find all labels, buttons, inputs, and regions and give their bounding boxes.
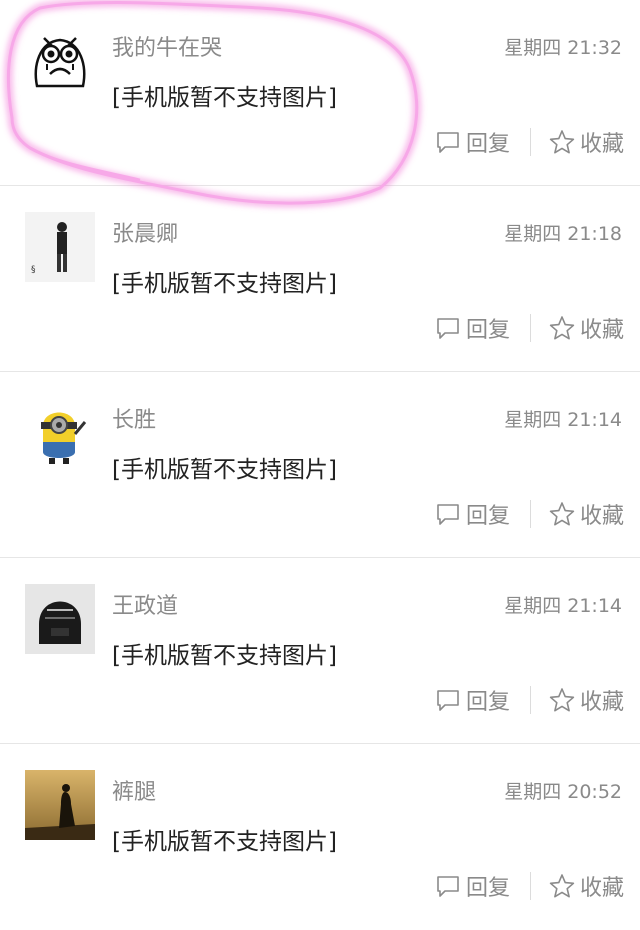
star-icon [549,874,575,898]
star-icon [549,502,575,526]
comment-actions: 回复 收藏 [435,312,624,344]
minion-icon [25,398,95,468]
favorite-button[interactable]: 收藏 [549,870,624,902]
star-icon [549,130,575,154]
favorite-label: 收藏 [579,132,624,157]
reply-button[interactable]: 回复 [435,684,510,716]
comment-content: [手机版暂不支持图片] [112,457,337,483]
favorite-label: 收藏 [579,876,624,901]
comment-item: 我的牛在哭 星期四 21:32 [手机版暂不支持图片] 回复 收藏 [0,0,640,186]
reply-button[interactable]: 回复 [435,126,510,158]
speech-bubble-icon [437,504,459,525]
sunset-figure-icon [25,770,95,840]
favorite-label: 收藏 [579,504,624,529]
divider [529,500,531,528]
favorite-button[interactable]: 收藏 [549,684,624,716]
reply-label: 回复 [465,132,510,157]
comment-content: [手机版暂不支持图片] [112,643,337,669]
comment-item: 裤腿 星期四 20:52 [手机版暂不支持图片] 回复 收藏 [0,744,640,930]
comment-time: 星期四 21:14 [504,595,622,617]
comment-content: [手机版暂不支持图片] [112,829,337,855]
favorite-button[interactable]: 收藏 [549,312,624,344]
comment-time: 星期四 20:52 [504,781,622,803]
reply-button[interactable]: 回复 [435,312,510,344]
speech-bubble-icon [437,690,459,711]
speech-bubble-icon [437,318,459,339]
avatar[interactable] [25,584,95,654]
comment-actions: 回复 收藏 [435,870,624,902]
comment-actions: 回复 收藏 [435,684,624,716]
comment-item: 王政道 星期四 21:14 [手机版暂不支持图片] 回复 收藏 [0,558,640,744]
comment-content: [手机版暂不支持图片] [112,85,337,111]
avatar[interactable] [25,770,95,840]
speech-bubble-icon [437,132,459,153]
reply-button[interactable]: 回复 [435,498,510,530]
svg-text:§: § [31,265,36,275]
reply-label: 回复 [465,318,510,343]
commenter-name[interactable]: 裤腿 [112,774,156,806]
crying-cartoon-icon [34,37,86,88]
reply-button[interactable]: 回复 [435,870,510,902]
commenter-name[interactable]: 长胜 [112,402,156,434]
divider [529,686,531,714]
favorite-button[interactable]: 收藏 [549,126,624,158]
favorite-button[interactable]: 收藏 [549,498,624,530]
comment-item: § 张晨卿 星期四 21:18 [手机版暂不支持图片] 回复 收藏 [0,186,640,372]
commenter-name[interactable]: 张晨卿 [112,216,178,248]
divider [529,872,531,900]
star-icon [549,688,575,712]
favorite-label: 收藏 [579,318,624,343]
comment-time: 星期四 21:32 [504,37,622,59]
reply-label: 回复 [465,504,510,529]
comment-time: 星期四 21:14 [504,409,622,431]
comment-item: 长胜 星期四 21:14 [手机版暂不支持图片] 回复 收藏 [0,372,640,558]
avatar[interactable] [25,398,95,468]
comment-actions: 回复 收藏 [435,498,624,530]
commenter-name[interactable]: 王政道 [112,588,178,620]
comment-time: 星期四 21:18 [504,223,622,245]
standing-person-icon: § [25,212,95,282]
commenter-name[interactable]: 我的牛在哭 [112,30,222,62]
speech-bubble-icon [437,876,459,897]
favorite-label: 收藏 [579,690,624,715]
divider [529,128,531,156]
avatar[interactable] [25,26,95,96]
helmet-icon [25,584,95,654]
comment-list: 我的牛在哭 星期四 21:32 [手机版暂不支持图片] 回复 收藏 § 张晨卿 … [0,0,640,901]
divider [529,314,531,342]
reply-label: 回复 [465,690,510,715]
reply-label: 回复 [465,876,510,901]
avatar[interactable]: § [25,212,95,282]
comment-actions: 回复 收藏 [435,126,624,158]
comment-content: [手机版暂不支持图片] [112,271,337,297]
star-icon [549,316,575,340]
